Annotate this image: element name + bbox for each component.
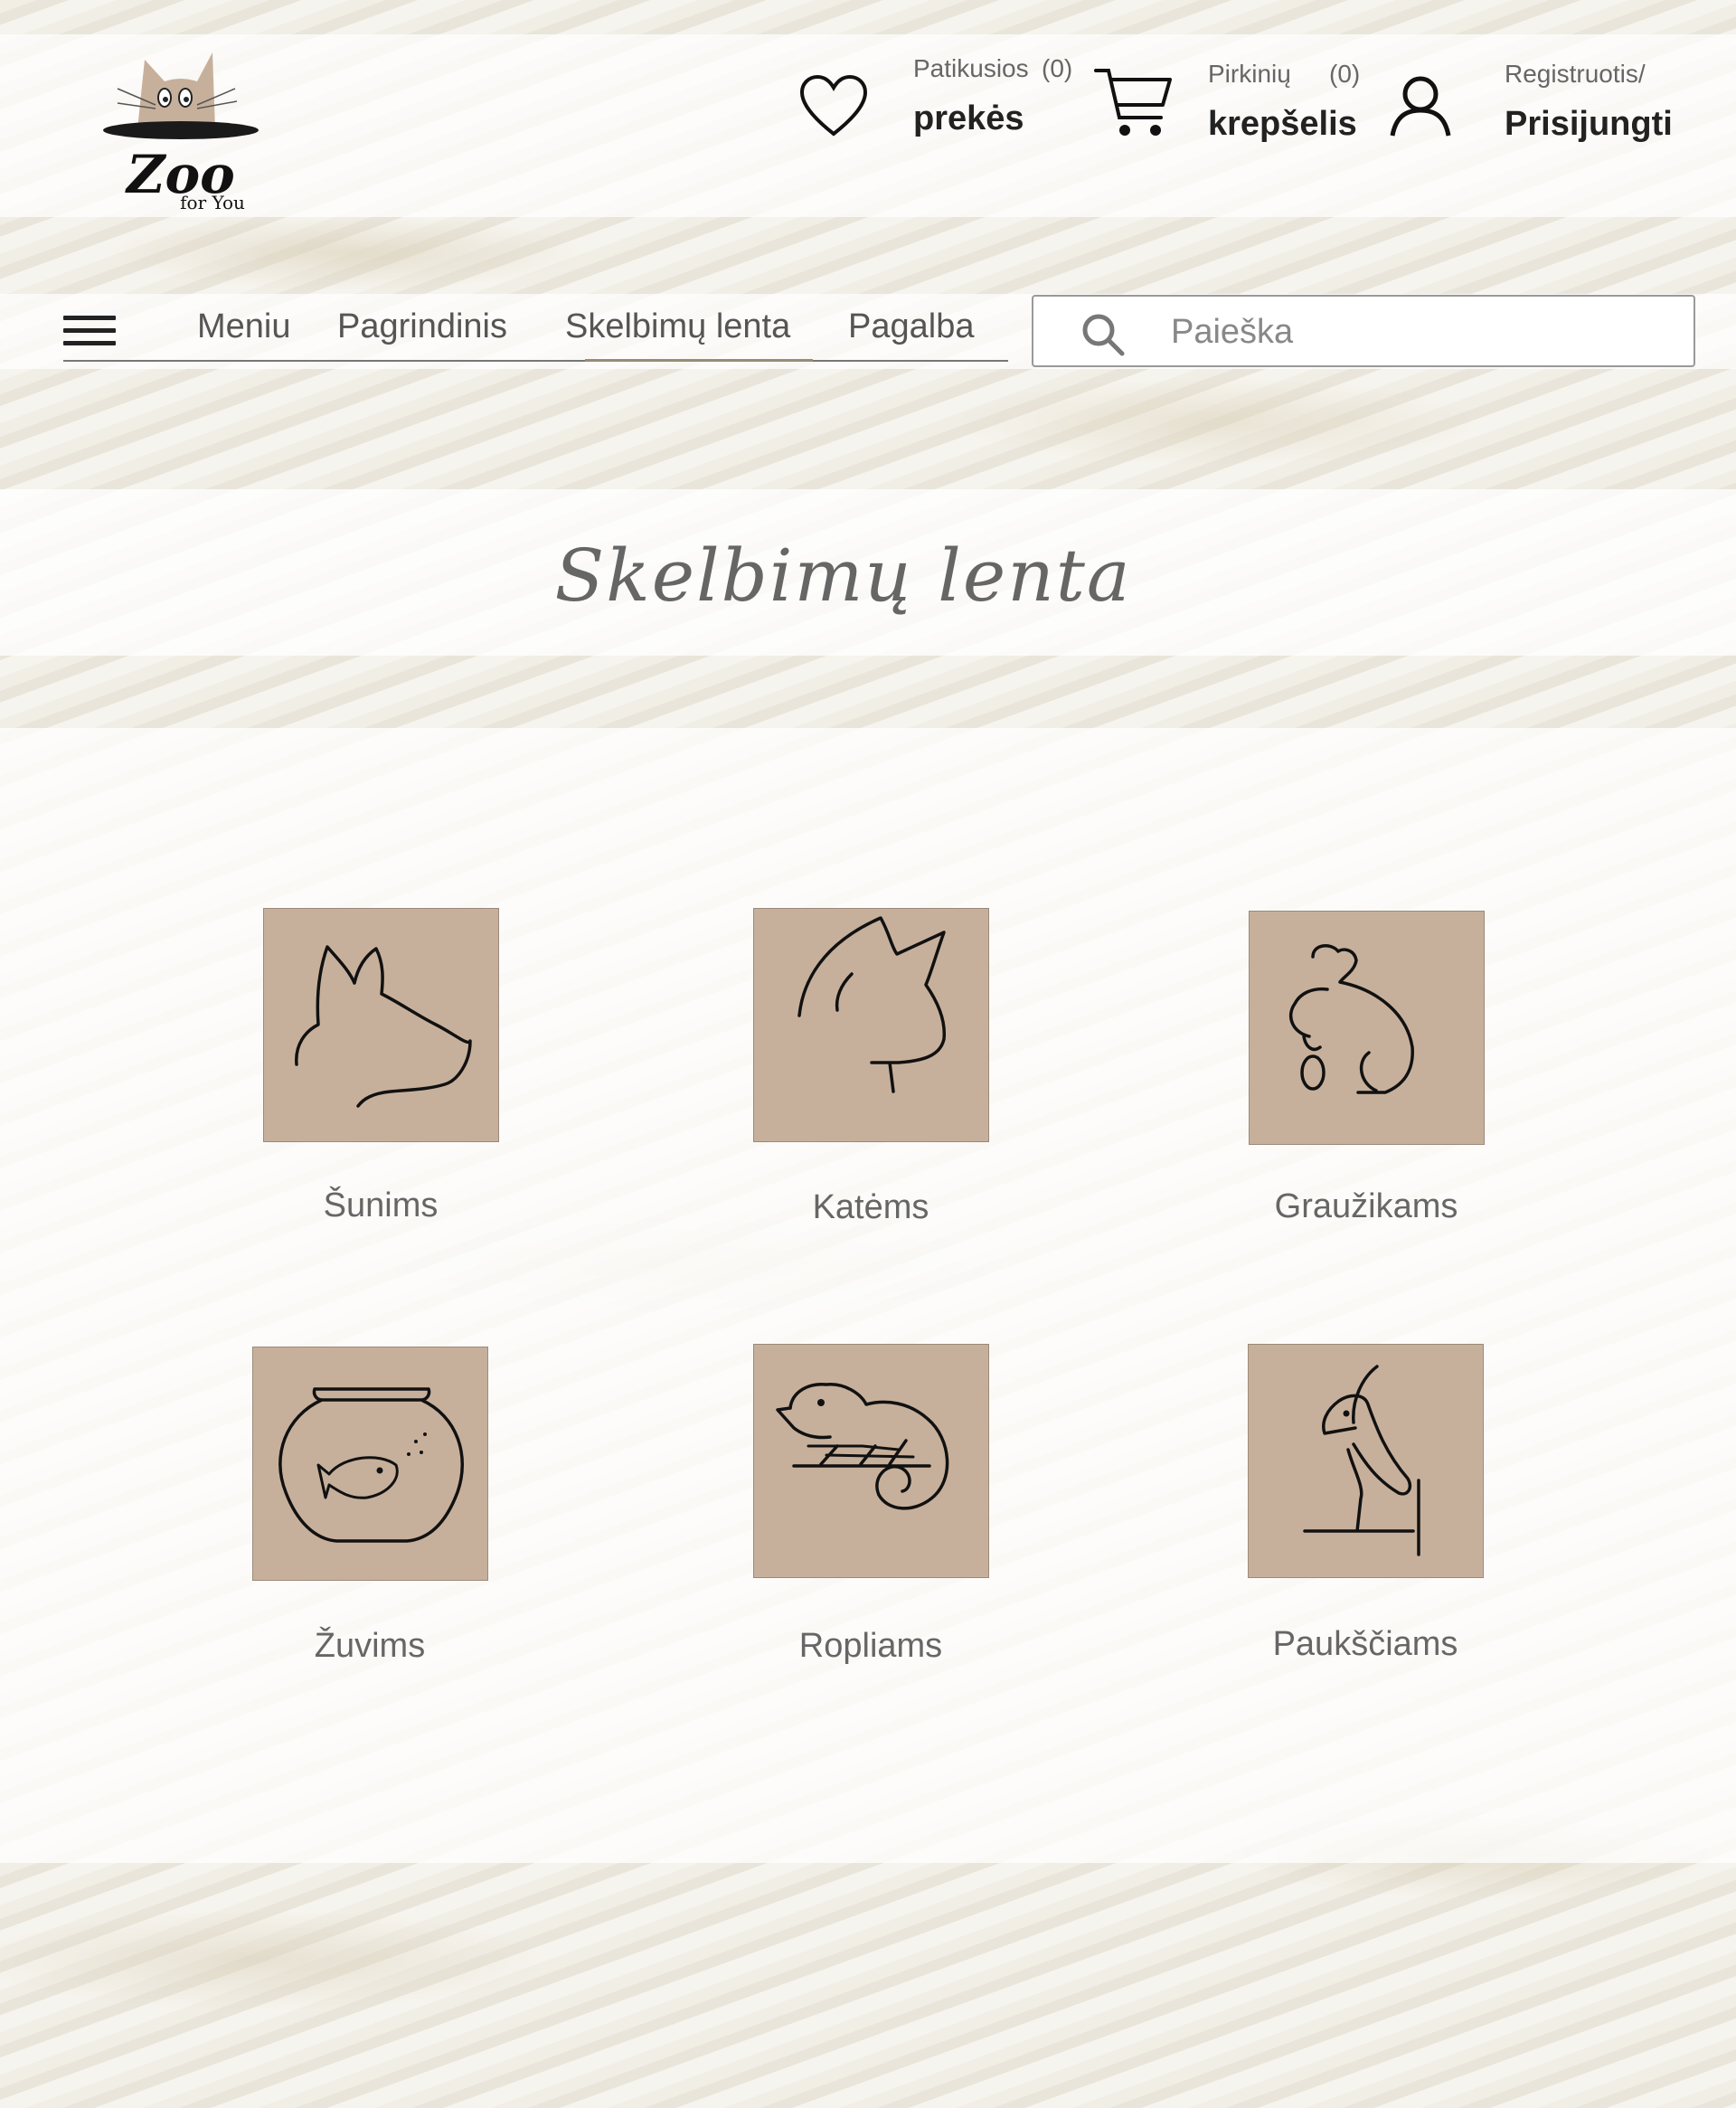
rodent-icon [1289,944,1414,1094]
favorites-link[interactable]: prekės [913,99,1024,138]
search-input[interactable] [1169,306,1679,358]
account-button[interactable] [1389,74,1452,141]
nav-divider [63,360,1008,362]
category-tile[interactable] [1249,911,1485,1145]
category-label-fish[interactable]: Žuvims [189,1627,551,1666]
category-tile[interactable] [753,1344,989,1578]
cart-button[interactable] [1094,65,1172,145]
register-link[interactable]: Registruotis/ [1505,60,1646,89]
category-label-birds[interactable]: Paukščiams [1184,1625,1546,1664]
hamburger-icon[interactable] [63,316,116,348]
category-tile[interactable] [252,1347,488,1581]
category-label-cats[interactable]: Katėms [690,1188,1052,1227]
dog-icon [295,945,472,1108]
category-tile[interactable] [1248,1344,1484,1578]
category-label-dogs[interactable]: Šunims [200,1186,561,1225]
bird-icon [1303,1365,1420,1556]
search-box[interactable] [1032,295,1695,367]
cart-count: (0) [1329,60,1361,88]
content-panel [0,728,1736,1863]
logo-subtitle: for You [180,192,245,211]
heart-icon [799,74,868,137]
favorites-label: Patikusios [913,54,1029,82]
cat-icon [797,916,947,1093]
cart-label: Pirkinių [1208,60,1291,88]
login-link[interactable]: Prisijungti [1505,105,1673,144]
cart-icon [1094,69,1172,136]
favorites-count: (0) [1042,54,1073,82]
chameleon-icon [776,1383,949,1510]
category-label-rodents[interactable]: Graužikams [1185,1187,1547,1226]
logo-cat-icon: Zoo for You [103,52,259,213]
page-title: Skelbimų lenta [554,534,1132,618]
nav-item-menu[interactable]: Meniu [197,307,291,346]
site-logo[interactable]: Zoo for You [99,43,262,213]
nav-item-home[interactable]: Pagrindinis [337,307,507,346]
fish-bowl-icon [278,1387,465,1543]
nav-active-indicator [585,359,813,362]
user-icon [1390,76,1451,137]
nav-item-board[interactable]: Skelbimų lenta [565,307,790,346]
category-label-reptiles[interactable]: Ropliams [690,1627,1052,1666]
nav-item-help[interactable]: Pagalba [848,307,974,346]
search-icon[interactable] [1080,312,1126,357]
category-tile[interactable] [263,908,499,1142]
cart-link[interactable]: krepšelis [1208,105,1357,144]
favorites-button[interactable] [799,74,868,141]
category-tile[interactable] [753,908,989,1142]
